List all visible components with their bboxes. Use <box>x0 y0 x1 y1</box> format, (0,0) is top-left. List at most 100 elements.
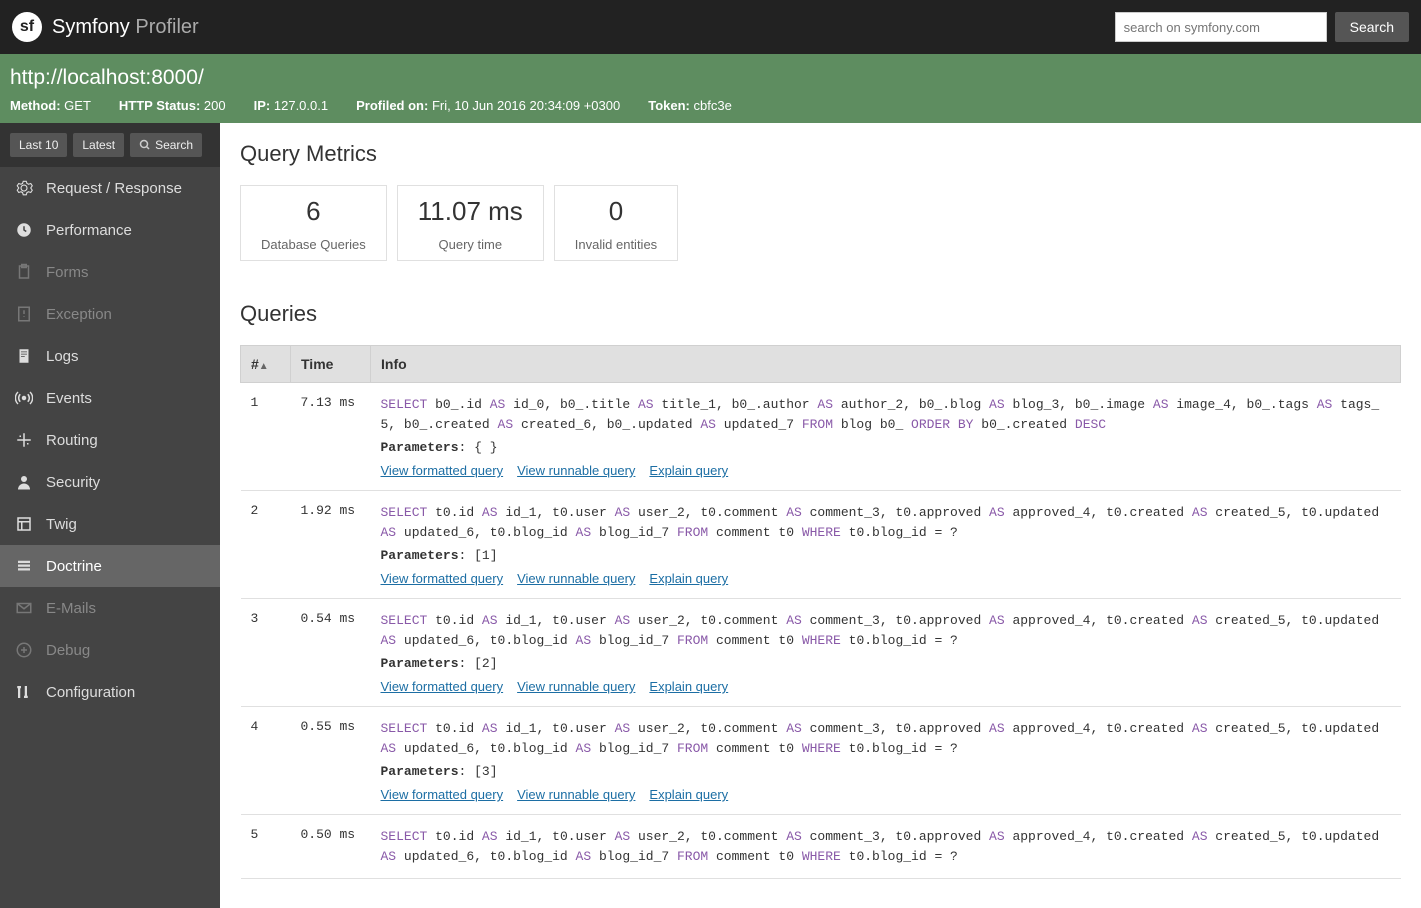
query-params: Parameters: [3] <box>381 764 1391 779</box>
metrics-row: 6Database Queries11.07 msQuery time0Inva… <box>240 185 1401 261</box>
method-value: GET <box>64 98 91 113</box>
sidebar-item-exception[interactable]: Exception <box>0 293 220 335</box>
sidebar-item-logs[interactable]: Logs <box>0 335 220 377</box>
sidebar-item-label: E-Mails <box>46 600 96 617</box>
query-number: 2 <box>241 491 291 599</box>
sidebar-item-label: Events <box>46 390 92 407</box>
method-label: Method: <box>10 98 61 113</box>
request-summary: http://localhost:8000/ Method: GET HTTP … <box>0 54 1421 123</box>
query-time: 0.55 ms <box>291 707 371 815</box>
sidebar-item-e-mails[interactable]: E-Mails <box>0 587 220 629</box>
metric-card: 6Database Queries <box>240 185 387 261</box>
database-icon <box>14 556 34 576</box>
sidebar-item-events[interactable]: Events <box>0 377 220 419</box>
sidebar-item-label: Logs <box>46 348 79 365</box>
sidebar-item-performance[interactable]: Performance <box>0 209 220 251</box>
query-sql: SELECT t0.id AS id_1, t0.user AS user_2,… <box>381 719 1391 758</box>
query-sql: SELECT t0.id AS id_1, t0.user AS user_2,… <box>381 827 1391 866</box>
content: Query Metrics 6Database Queries11.07 msQ… <box>220 123 1421 908</box>
symfony-logo-icon: sf <box>12 12 42 42</box>
sidebar-item-label: Performance <box>46 222 132 239</box>
metric-card: 11.07 msQuery time <box>397 185 544 261</box>
view-formatted-link[interactable]: View formatted query <box>381 787 504 802</box>
search-input[interactable] <box>1115 12 1327 42</box>
profiled-label: Profiled on: <box>356 98 428 113</box>
query-params: Parameters: [1] <box>381 548 1391 563</box>
sidebar-item-label: Doctrine <box>46 558 102 575</box>
route-icon <box>14 430 34 450</box>
profiled-value: Fri, 10 Jun 2016 20:34:09 +0300 <box>432 98 620 113</box>
sidebar-item-debug[interactable]: Debug <box>0 629 220 671</box>
query-info: SELECT t0.id AS id_1, t0.user AS user_2,… <box>371 707 1401 815</box>
metrics-title: Query Metrics <box>240 141 1401 167</box>
request-url: http://localhost:8000/ <box>10 66 1411 90</box>
view-runnable-link[interactable]: View runnable query <box>517 679 635 694</box>
query-time: 1.92 ms <box>291 491 371 599</box>
sidebar: Last 10 Latest Search Request / Response… <box>0 123 220 908</box>
tools-icon <box>14 682 34 702</box>
view-runnable-link[interactable]: View runnable query <box>517 571 635 586</box>
query-info: SELECT t0.id AS id_1, t0.user AS user_2,… <box>371 815 1401 879</box>
view-runnable-link[interactable]: View runnable query <box>517 463 635 478</box>
sidebar-item-label: Debug <box>46 642 90 659</box>
status-label: HTTP Status: <box>119 98 200 113</box>
clock-icon <box>14 220 34 240</box>
sidebar-item-label: Routing <box>46 432 98 449</box>
col-time[interactable]: Time <box>291 346 371 383</box>
gear-icon <box>14 178 34 198</box>
col-num[interactable]: #▲ <box>241 346 291 383</box>
sidebar-item-routing[interactable]: Routing <box>0 419 220 461</box>
sidebar-item-label: Exception <box>46 306 112 323</box>
plus-icon <box>14 640 34 660</box>
last10-button[interactable]: Last 10 <box>10 133 67 157</box>
sidebar-search-button[interactable]: Search <box>130 133 202 157</box>
query-info: SELECT b0_.id AS id_0, b0_.title AS titl… <box>371 383 1401 491</box>
sidebar-item-label: Forms <box>46 264 89 281</box>
sidebar-item-doctrine[interactable]: Doctrine <box>0 545 220 587</box>
token-value: cbfc3e <box>694 98 732 113</box>
view-runnable-link[interactable]: View runnable query <box>517 787 635 802</box>
search-icon <box>139 139 151 151</box>
metric-label: Database Queries <box>261 237 366 252</box>
queries-title: Queries <box>240 301 1401 327</box>
sidebar-item-label: Request / Response <box>46 180 182 197</box>
sidebar-item-label: Configuration <box>46 684 135 701</box>
warning-icon <box>14 304 34 324</box>
sidebar-item-label: Twig <box>46 516 77 533</box>
sidebar-item-configuration[interactable]: Configuration <box>0 671 220 713</box>
explain-query-link[interactable]: Explain query <box>649 571 728 586</box>
table-row: 21.92 msSELECT t0.id AS id_1, t0.user AS… <box>241 491 1401 599</box>
brand-text: Symfony Profiler <box>52 16 199 39</box>
sidebar-item-request-response[interactable]: Request / Response <box>0 167 220 209</box>
person-icon <box>14 472 34 492</box>
query-time: 0.54 ms <box>291 599 371 707</box>
table-row: 30.54 msSELECT t0.id AS id_1, t0.user AS… <box>241 599 1401 707</box>
view-formatted-link[interactable]: View formatted query <box>381 571 504 586</box>
latest-button[interactable]: Latest <box>73 133 124 157</box>
explain-query-link[interactable]: Explain query <box>649 787 728 802</box>
query-number: 5 <box>241 815 291 879</box>
metric-value: 11.07 ms <box>418 196 523 227</box>
sidebar-item-forms[interactable]: Forms <box>0 251 220 293</box>
query-number: 3 <box>241 599 291 707</box>
explain-query-link[interactable]: Explain query <box>649 463 728 478</box>
sidebar-shortcuts: Last 10 Latest Search <box>0 123 220 167</box>
broadcast-icon <box>14 388 34 408</box>
table-row: 50.50 msSELECT t0.id AS id_1, t0.user AS… <box>241 815 1401 879</box>
status-value: 200 <box>204 98 226 113</box>
mail-icon <box>14 598 34 618</box>
search-button[interactable]: Search <box>1335 12 1409 42</box>
brand[interactable]: sf Symfony Profiler <box>12 12 199 42</box>
col-info[interactable]: Info <box>371 346 1401 383</box>
view-formatted-link[interactable]: View formatted query <box>381 679 504 694</box>
sidebar-item-twig[interactable]: Twig <box>0 503 220 545</box>
sidebar-item-security[interactable]: Security <box>0 461 220 503</box>
metric-label: Invalid entities <box>575 237 657 252</box>
file-icon <box>14 346 34 366</box>
metric-card: 0Invalid entities <box>554 185 678 261</box>
explain-query-link[interactable]: Explain query <box>649 679 728 694</box>
table-row: 17.13 msSELECT b0_.id AS id_0, b0_.title… <box>241 383 1401 491</box>
view-formatted-link[interactable]: View formatted query <box>381 463 504 478</box>
clipboard-icon <box>14 262 34 282</box>
query-time: 7.13 ms <box>291 383 371 491</box>
